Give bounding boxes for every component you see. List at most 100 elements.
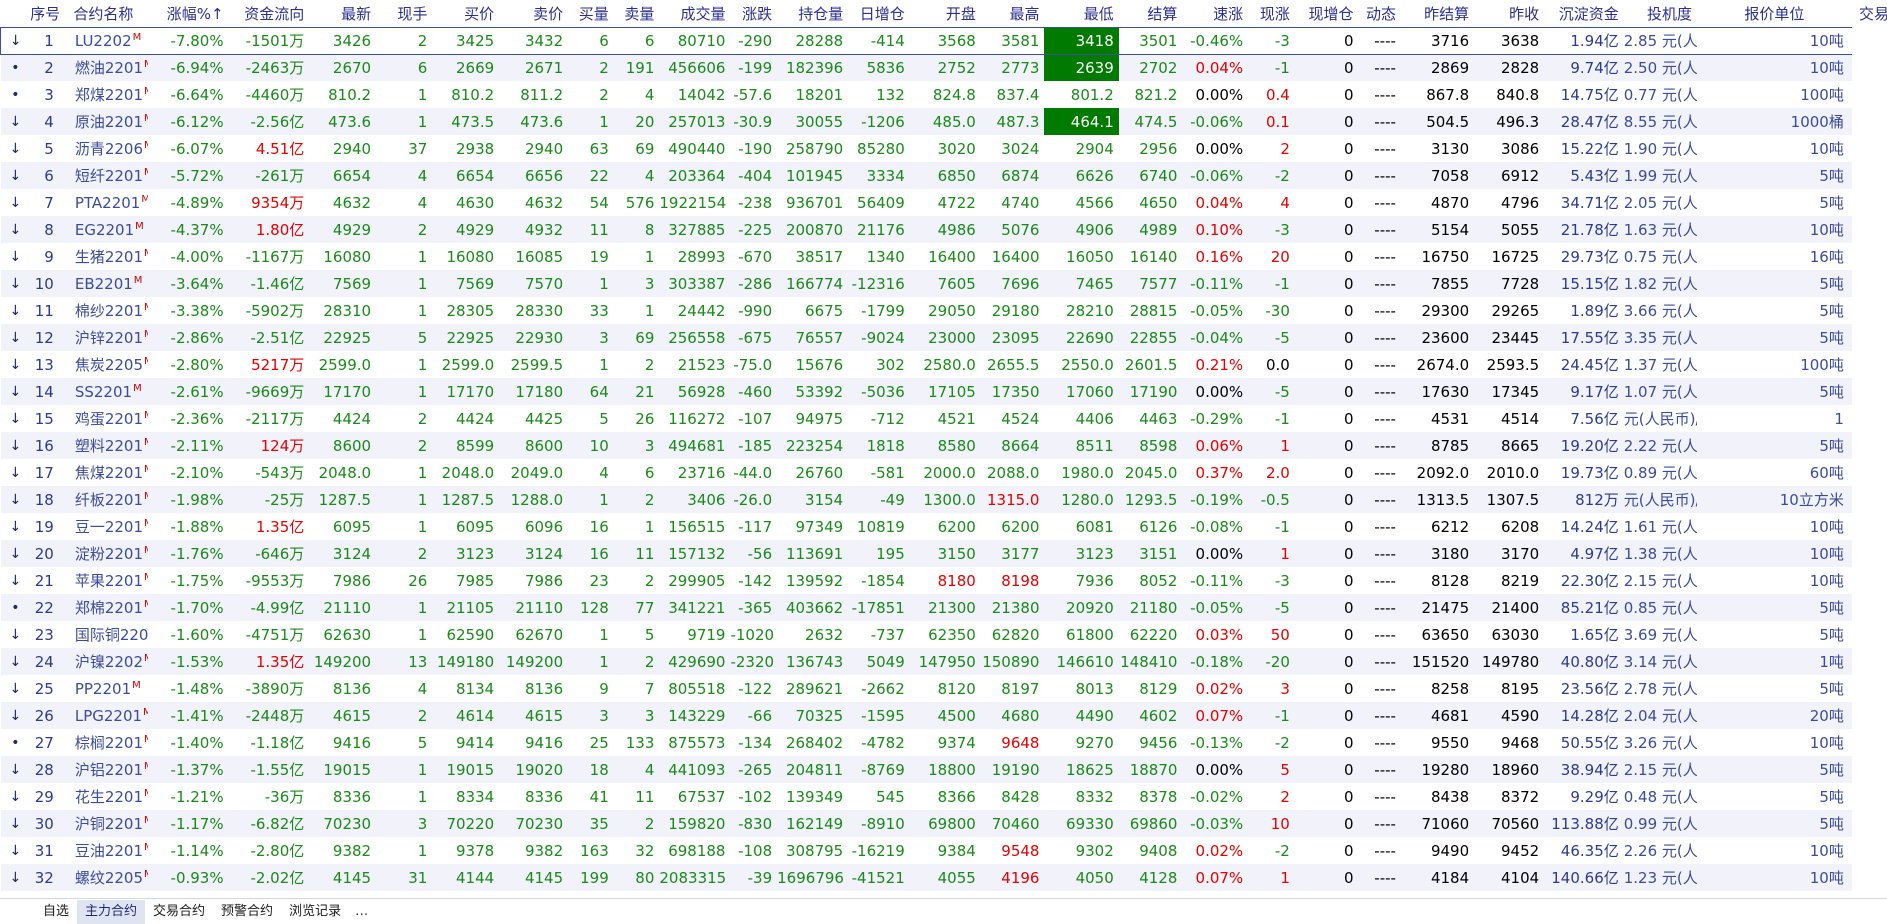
table-row[interactable]: • 27 棕榈2201M -1.40% -1.18亿 9416 5 9414 9416 25 133… xyxy=(1,729,1887,756)
table-row[interactable]: • 3 郑煤2201M -6.64% -4460万 810.2 1 810.2 811.2 2 4 1… xyxy=(1,81,1887,108)
table-row[interactable]: ↓30沪铜2201M-1.17%-6.82亿702303702207023035… xyxy=(0,810,1887,837)
cell-dyn: ---- xyxy=(1374,679,1396,698)
cell-unit: 1.07 元(人民币)/吨 xyxy=(1623,378,1697,405)
cell-seq: 14 xyxy=(30,378,59,405)
cell-mk: ↓ xyxy=(0,864,31,891)
header-settle[interactable]: 结算 xyxy=(1118,0,1183,27)
table-row[interactable]: ↓12沪锌2201M-2.86%-2.51亿229255229252293036… xyxy=(0,324,1887,351)
table-row[interactable]: ↓ 23 国际铜2201M -1.60% -4751万 62630 1 62590 62670 1… xyxy=(1,621,1887,648)
cell-ask: 7570 xyxy=(499,270,569,297)
table-row[interactable]: ↓ 10 EB2201M -3.64% -1.46亿 7569 1 7569 7570 1 3 303… xyxy=(0,270,1887,297)
tab-alert-contracts[interactable]: 预警合约 xyxy=(213,900,281,924)
header-vol-now[interactable]: 现手 xyxy=(376,0,433,27)
header-bid-qty[interactable]: 买量 xyxy=(568,0,614,27)
cell-change: -108 xyxy=(738,841,773,860)
cell-pre-close: 17345 xyxy=(1474,378,1545,405)
contract-name: 螺纹2205 xyxy=(74,869,144,887)
table-row[interactable]: ↓ 19 豆一2201M -1.88% 1.35亿 6095 1 6095 6096 16 1 156… xyxy=(1,513,1887,540)
cell-speed: 0.04% xyxy=(1195,193,1244,212)
table-row[interactable]: ↓16塑料2201M-2.11%124万86002859986001034946… xyxy=(0,432,1887,459)
cell-unit: 3.69 元(人民币)/吨 xyxy=(1623,626,1697,644)
header-high[interactable]: 最高 xyxy=(980,0,1045,27)
header-oi-chg[interactable]: 日增仓 xyxy=(848,0,910,27)
header-flow[interactable]: 资金流向 xyxy=(228,0,310,27)
header-ask[interactable]: 卖价 xyxy=(499,0,569,27)
table-row[interactable]: ↓ 31 豆油2201M -1.14% -2.80亿 9382 1 9378 9382 163 32… xyxy=(1,837,1887,864)
cell-capital: 17.55亿 xyxy=(1544,324,1624,351)
header-volume[interactable]: 成交量 xyxy=(659,0,731,27)
header-last[interactable]: 最新 xyxy=(309,0,377,27)
cell-speed: 0.21% xyxy=(1195,355,1244,374)
cell-oi-chg: -41521 xyxy=(848,864,910,891)
cell-name: EG2201M xyxy=(58,216,148,243)
header-bid[interactable]: 买价 xyxy=(432,0,500,27)
tab-watchlist[interactable]: 自选 xyxy=(35,900,77,924)
table-row[interactable]: ↓ 29 花生2201M -1.21% -36万 8336 1 8334 8336 41 11 675… xyxy=(1,783,1887,810)
cell-bid-qty: 2 xyxy=(599,85,609,104)
table-row[interactable]: ↓ 11 棉纱2201M -3.38% -5902万 28310 1 28305 28330 33… xyxy=(1,297,1887,324)
table-row[interactable]: ↓28沪铝2201M-1.37%-1.55亿190151190151902018… xyxy=(0,756,1887,783)
cell-high: 9548 xyxy=(1001,841,1040,860)
header-speculation[interactable]: 投机度 xyxy=(1623,0,1697,27)
header-pre-settle[interactable]: 昨结算 xyxy=(1400,0,1475,27)
header-ask-qty[interactable]: 卖量 xyxy=(613,0,660,27)
header-change[interactable]: 涨跌 xyxy=(730,0,778,27)
cell-mk: ↓ xyxy=(9,626,22,643)
cell-ask: 8136 xyxy=(524,679,564,698)
header-trade[interactable]: 交易 xyxy=(1851,0,1887,27)
table-row[interactable]: ↓ 17 焦煤2201M -2.10% -543万 2048.0 1 2048.0 2049.0… xyxy=(1,459,1887,486)
table-row[interactable]: ↓21苹果2201M-1.75%-9553万798626798579862322… xyxy=(1,567,1887,594)
table-row[interactable]: ↓ 5 沥青2206M -6.07% 4.51亿 2940 37 2938 2940 63 69 49… xyxy=(1,135,1887,162)
table-row[interactable]: ↓ 26 LPG2201M -1.41% -2448万 4615 2 4614 4615 3 3 14… xyxy=(0,702,1887,729)
cell-dyn: ---- xyxy=(1358,756,1401,783)
table-row[interactable]: ↓ 7 PTA2201M -4.89% 9354万 4632 4 4630 4632 54 576 1… xyxy=(1,189,1887,216)
tab-main-contracts[interactable]: 主力合约 xyxy=(77,899,146,924)
table-row[interactable]: ↓ 9 生猪2201M -4.00% -1167万 16080 1 16080 16085 19 1… xyxy=(1,243,1887,270)
tab-trading-contracts[interactable]: 交易合约 xyxy=(145,900,213,924)
table-row[interactable]: ↓ 14 SS2201M -2.61% -9669万 17170 1 17170 17180 64… xyxy=(0,378,1887,405)
header-now-chg[interactable]: 现涨 xyxy=(1248,0,1295,27)
header-name[interactable]: 合约名称 xyxy=(58,0,148,27)
header-now-oi[interactable]: 现增仓 xyxy=(1294,0,1359,27)
cell-high: 837.4 xyxy=(996,85,1040,104)
cell-pre-close: 1307.5 xyxy=(1474,486,1545,513)
table-row[interactable]: ↓32螺纹2205M-0.93%-2.02亿414531414441451998… xyxy=(0,864,1887,891)
cell-now-oi: 0 xyxy=(1343,571,1354,590)
header-oi[interactable]: 持仓量 xyxy=(777,0,849,27)
table-row[interactable]: ↓ 8 EG2201M -4.37% 1.80亿 4929 2 4929 4932 11 8 3278… xyxy=(0,216,1887,243)
cell-mk: ↓ xyxy=(9,464,22,481)
table-row[interactable]: •2燃油2201M-6.94%-2463万2670626692671219145… xyxy=(0,54,1887,81)
cell-open: 2580.0 xyxy=(923,355,976,374)
header-seq[interactable]: 序号 xyxy=(30,0,59,27)
header-low[interactable]: 最低 xyxy=(1044,0,1119,27)
cell-change: -190 xyxy=(738,139,773,158)
table-row[interactable]: ↓24沪镍2202M-1.53%1.35亿1492001314918014920… xyxy=(0,648,1887,675)
table-row[interactable]: •22郑棉2201M-1.70%-4.99亿211101211052111012… xyxy=(0,594,1887,621)
table-row[interactable]: ↓18纤板2201M-1.98%-25万1287.511287.51288.01… xyxy=(0,486,1887,513)
cell-settle: 3501 xyxy=(1118,26,1183,55)
header-capital[interactable]: 沉淀资金 xyxy=(1544,0,1624,27)
cell-pre-settle: 19280 xyxy=(1400,756,1475,783)
cell-bid: 9378 xyxy=(455,841,495,860)
table-row[interactable]: ↓ 1 LU2202M -7.80% -1501万 3426 2 3425 3432 6 6 8071… xyxy=(0,26,1887,55)
header-unit[interactable]: 报价单位 xyxy=(1696,0,1852,27)
header-dyn[interactable]: 动态 xyxy=(1358,0,1401,27)
cell-vol-now: 1 xyxy=(417,787,428,806)
header-pre-close[interactable]: 昨收 xyxy=(1474,0,1545,27)
tab-browse-history[interactable]: 浏览记录 xyxy=(281,900,349,924)
cell-capital: 812万 xyxy=(1544,486,1624,513)
header-speed[interactable]: 速涨 xyxy=(1182,0,1249,27)
cell-ask-qty: 26 xyxy=(635,409,655,428)
table-row[interactable]: ↓ 13 焦炭2205M -2.80% 5217万 2599.0 1 2599.0 2599.5… xyxy=(1,351,1887,378)
cell-trade: 100吨 xyxy=(1800,86,1844,104)
cell-chg: -6.07% xyxy=(170,139,224,158)
header-chg[interactable]: 涨幅%↑ xyxy=(147,0,229,27)
more-tabs-ellipsis[interactable]: … xyxy=(349,904,374,919)
table-row[interactable]: ↓ 25 PP2201M -1.48% -3890万 8136 4 8134 8136 9 7 805… xyxy=(1,675,1887,702)
table-row[interactable]: ↓20淀粉2201M-1.76%-646万3124231233124161115… xyxy=(0,540,1887,567)
table-row[interactable]: ↓15鸡蛋2201M-2.36%-2117万442424424442552611… xyxy=(1,405,1887,432)
table-row[interactable]: ↓6短纤2201M-5.72%-261万66544665466562242033… xyxy=(0,162,1887,189)
table-row[interactable]: ↓4原油2201M-6.12%-2.56亿473.61473.5473.6120… xyxy=(0,108,1887,135)
cell-volume: 28993 xyxy=(677,247,726,266)
header-open[interactable]: 开盘 xyxy=(909,0,981,27)
